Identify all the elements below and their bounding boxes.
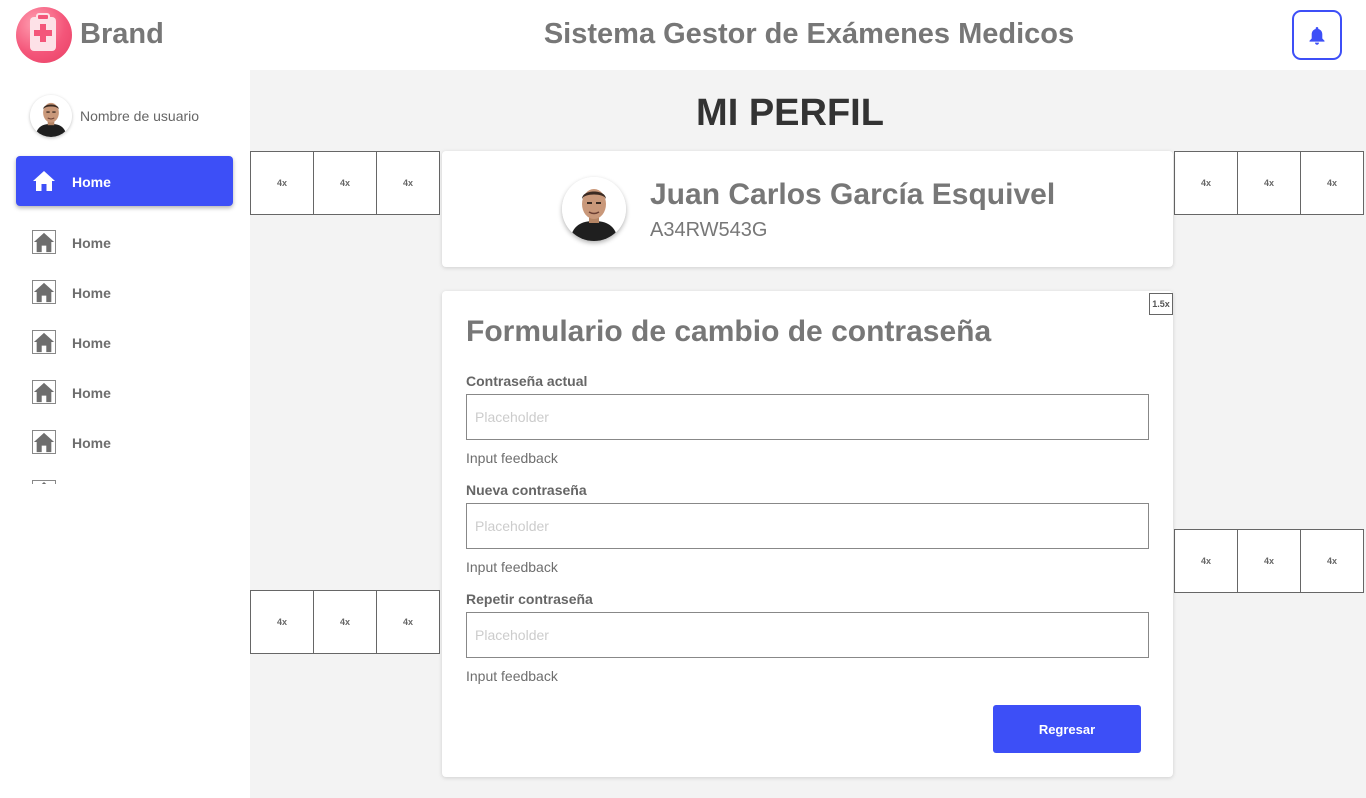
sidebar-item-label: Home (72, 174, 111, 190)
profile-name: Juan Carlos García Esquivel (650, 178, 1056, 211)
main-content: MI PERFIL 4x 4x 4x 4x 4x 4x 4x 4x 4x 4x … (250, 70, 1366, 798)
image-placeholder: 4x (313, 151, 377, 215)
sidebar-item-label: Home (72, 235, 111, 251)
image-placeholder: 4x (1174, 529, 1238, 593)
profile-card: Juan Carlos García Esquivel A34RW543G (442, 151, 1173, 267)
image-placeholder: 4x (1300, 151, 1364, 215)
home-icon (33, 171, 55, 191)
image-placeholder: 4x (250, 590, 314, 654)
app-title: Sistema Gestor de Exámenes Medicos (543, 18, 1075, 50)
new-password-input[interactable] (466, 503, 1149, 549)
sidebar-item-label: Home (72, 285, 111, 301)
home-icon (32, 280, 56, 304)
sidebar-item-label: Home (72, 335, 111, 351)
sidebar-item-label: Home (72, 435, 111, 451)
placeholder-group-bottom-left: 4x 4x 4x (250, 590, 440, 654)
zoom-badge: 1.5x (1149, 293, 1173, 315)
sidebar: Nombre de usuario Home Home Home Home Ho… (0, 70, 250, 798)
current-password-label: Contraseña actual (466, 373, 588, 389)
bell-icon (1309, 27, 1325, 45)
image-placeholder: 4x (250, 151, 314, 215)
username: Nombre de usuario (80, 108, 200, 124)
sidebar-item-home[interactable]: Home (32, 380, 232, 406)
image-placeholder: 4x (376, 590, 440, 654)
top-header: Brand Sistema Gestor de Exámenes Medicos (0, 0, 1366, 70)
password-change-form: 1.5x Formulario de cambio de contraseña … (442, 291, 1173, 777)
sidebar-item-label: Home (72, 385, 111, 401)
repeat-password-input[interactable] (466, 612, 1149, 658)
placeholder-group-top-right: 4x 4x 4x (1174, 151, 1364, 215)
image-placeholder: 4x (1237, 529, 1301, 593)
profile-id: A34RW543G (650, 219, 768, 241)
sidebar-item-home[interactable]: Home (32, 330, 232, 356)
back-button[interactable]: Regresar (993, 705, 1141, 753)
placeholder-group-top-left: 4x 4x 4x (250, 151, 440, 215)
home-icon[interactable] (32, 480, 56, 484)
sidebar-item-home[interactable]: Home (32, 430, 232, 456)
sidebar-item-home-active[interactable]: Home (16, 156, 233, 206)
form-title: Formulario de cambio de contraseña (466, 315, 992, 348)
home-icon (32, 330, 56, 354)
home-icon (32, 230, 56, 254)
repeat-password-label: Repetir contraseña (466, 591, 593, 607)
image-placeholder: 4x (1174, 151, 1238, 215)
new-password-label: Nueva contraseña (466, 482, 587, 498)
image-placeholder: 4x (313, 590, 377, 654)
sidebar-item-home[interactable]: Home (32, 280, 232, 306)
current-password-feedback: Input feedback (466, 450, 558, 466)
home-icon (32, 380, 56, 404)
avatar (562, 177, 626, 241)
sidebar-item-home[interactable]: Home (32, 230, 232, 256)
image-placeholder: 4x (1237, 151, 1301, 215)
placeholder-group-mid-right: 4x 4x 4x (1174, 529, 1364, 593)
notifications-button[interactable] (1292, 10, 1342, 60)
home-icon (32, 430, 56, 454)
avatar (30, 95, 72, 137)
current-password-input[interactable] (466, 394, 1149, 440)
new-password-feedback: Input feedback (466, 559, 558, 575)
image-placeholder: 4x (1300, 529, 1364, 593)
repeat-password-feedback: Input feedback (466, 668, 558, 684)
page-title: MI PERFIL (696, 92, 884, 134)
image-placeholder: 4x (376, 151, 440, 215)
